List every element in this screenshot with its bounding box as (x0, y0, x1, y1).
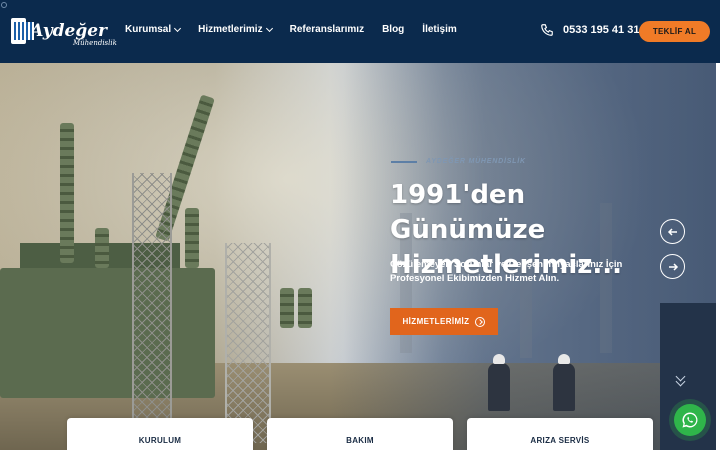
nav-item-label: Kurumsal (125, 24, 172, 35)
services-button[interactable]: HİZMETLERİMİZ (390, 308, 498, 335)
hero-subtitle: Çözülemeyen Sorunlar ve Gelişen İhtiyaçl… (390, 258, 650, 286)
nav-item-label: İletişim (422, 24, 457, 35)
slider-prev-button[interactable] (660, 219, 685, 244)
site-header: Aydeğer Mühendislik Kurumsal Hizmetlerim… (0, 0, 720, 63)
service-cards: KURULUM BAKIM ARIZA SERVİS (0, 418, 720, 450)
right-edge-strip (716, 63, 720, 450)
hero-eyebrow: AYDEĞER MÜHENDİSLİK (391, 158, 526, 165)
corner-dot-icon (1, 2, 7, 8)
nav-item-hizmetlerimiz[interactable]: Hizmetlerimiz (198, 24, 273, 35)
get-quote-button[interactable]: TEKLİF AL (639, 21, 710, 42)
services-button-label: HİZMETLERİMİZ (402, 317, 470, 326)
hero-subtitle-line: Profesyonel Ekibimizden Hizmet Alın. (390, 273, 560, 284)
nav-item-referanslarimiz[interactable]: Referanslarımız (290, 24, 364, 35)
worker-graphic (488, 354, 510, 411)
nav-item-label: Hizmetlerimiz (198, 24, 263, 35)
arrow-circle-icon (475, 316, 486, 327)
chevron-down-icon (265, 24, 273, 32)
chevron-down-icon (174, 24, 182, 32)
service-card-label: BAKIM (346, 436, 374, 445)
service-card-kurulum[interactable]: KURULUM (67, 418, 253, 450)
bushing-graphic (298, 288, 312, 328)
nav-item-label: Blog (382, 24, 405, 35)
logo-text: Aydeğer (30, 20, 107, 41)
eyebrow-line (391, 160, 417, 163)
nav-item-iletisim[interactable]: İletişim (422, 24, 456, 35)
service-card-label: ARIZA SERVİS (530, 436, 590, 445)
arrow-left-icon (667, 227, 677, 236)
site-logo[interactable]: Aydeğer Mühendislik (11, 14, 117, 48)
nav-item-kurumsal[interactable]: Kurumsal (125, 24, 182, 35)
bushing-graphic (185, 208, 199, 268)
bushing-graphic (95, 228, 109, 268)
hero-title-line: 1991'den Günümüze (390, 180, 546, 245)
nav-item-blog[interactable]: Blog (382, 24, 404, 35)
scroll-down-icon[interactable] (675, 371, 687, 389)
service-card-ariza-servis[interactable]: ARIZA SERVİS (467, 418, 653, 450)
worker-graphic (553, 354, 575, 411)
logo-subtext: Mühendislik (73, 39, 117, 47)
slider-next-button[interactable] (660, 254, 685, 279)
service-card-label: KURULUM (138, 436, 182, 445)
steel-tower-graphic (225, 243, 271, 443)
phone-icon (541, 24, 553, 36)
transformer-graphic (0, 268, 215, 398)
bushing-graphic (280, 288, 294, 328)
whatsapp-icon (682, 412, 698, 428)
bushing-graphic (60, 123, 74, 263)
logo-mark-icon (11, 18, 35, 44)
whatsapp-button[interactable] (674, 404, 706, 436)
phone-link[interactable]: 0533 195 41 31 (540, 23, 639, 37)
phone-number: 0533 195 41 31 (563, 24, 640, 36)
service-card-bakim[interactable]: BAKIM (267, 418, 453, 450)
main-nav: Kurumsal Hizmetlerimiz Referanslarımız B… (125, 24, 475, 35)
arrow-right-icon (668, 262, 678, 271)
steel-tower-graphic (132, 173, 172, 423)
eyebrow-text: AYDEĞER MÜHENDİSLİK (426, 158, 526, 165)
nav-item-label: Referanslarımız (289, 24, 365, 35)
hero-subtitle-line: Çözülemeyen Sorunlar ve Gelişen İhtiyaçl… (390, 259, 623, 270)
